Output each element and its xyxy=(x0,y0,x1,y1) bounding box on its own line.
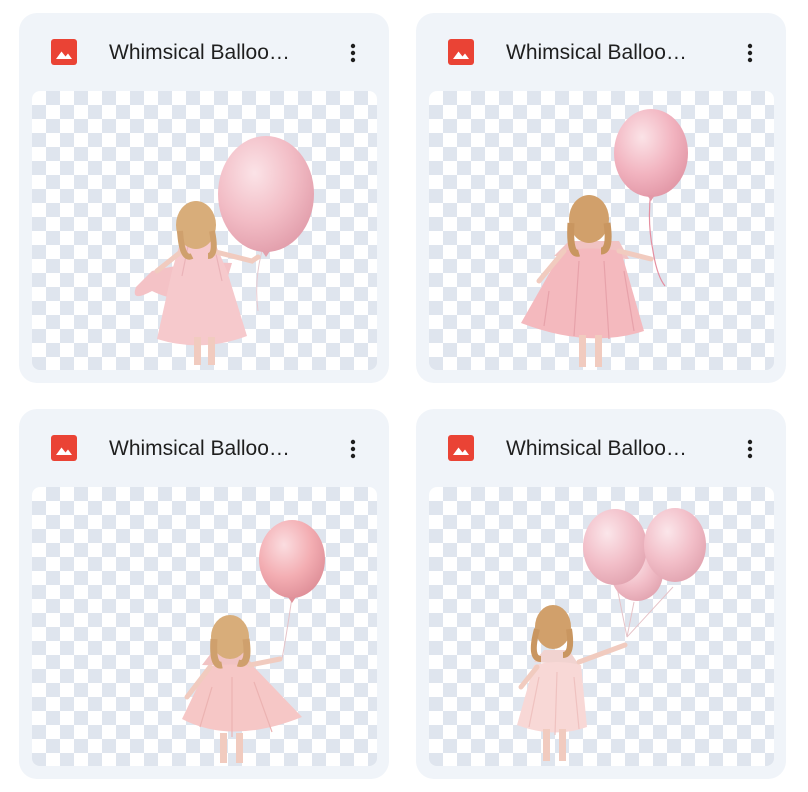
girl-with-balloons-image xyxy=(517,508,706,761)
girl-with-balloon-image xyxy=(521,109,688,367)
more-vert-icon xyxy=(747,43,753,63)
file-card[interactable]: Whimsical Balloo… xyxy=(19,409,389,779)
file-card-header: Whimsical Balloo… xyxy=(416,409,786,487)
file-thumbnail[interactable] xyxy=(32,487,377,766)
more-vert-icon xyxy=(350,43,356,63)
file-card[interactable]: Whimsical Balloo… xyxy=(416,409,786,779)
file-title[interactable]: Whimsical Balloo… xyxy=(506,39,718,67)
image-file-icon xyxy=(51,435,77,461)
girl-with-balloon-image xyxy=(182,520,325,763)
file-card[interactable]: Whimsical Balloo… xyxy=(416,13,786,383)
more-vert-icon xyxy=(350,439,356,459)
image-file-icon xyxy=(448,435,474,461)
file-card-header: Whimsical Balloo… xyxy=(19,409,389,487)
more-options-button[interactable] xyxy=(335,35,371,71)
file-card[interactable]: Whimsical Balloo… xyxy=(19,13,389,383)
file-grid: Whimsical Balloo… Whimsical Balloo… Whim… xyxy=(0,0,808,792)
more-vert-icon xyxy=(747,439,753,459)
image-file-icon xyxy=(51,39,77,65)
file-thumbnail[interactable] xyxy=(429,487,774,766)
file-title[interactable]: Whimsical Balloo… xyxy=(506,435,718,463)
file-card-header: Whimsical Balloo… xyxy=(19,13,389,91)
file-card-header: Whimsical Balloo… xyxy=(416,13,786,91)
file-title[interactable]: Whimsical Balloo… xyxy=(109,435,321,463)
file-thumbnail[interactable] xyxy=(32,91,377,370)
file-thumbnail[interactable] xyxy=(429,91,774,370)
image-file-icon xyxy=(448,39,474,65)
more-options-button[interactable] xyxy=(732,431,768,467)
more-options-button[interactable] xyxy=(732,35,768,71)
file-title[interactable]: Whimsical Balloo… xyxy=(109,39,321,67)
more-options-button[interactable] xyxy=(335,431,371,467)
girl-with-balloon-image xyxy=(134,136,314,365)
